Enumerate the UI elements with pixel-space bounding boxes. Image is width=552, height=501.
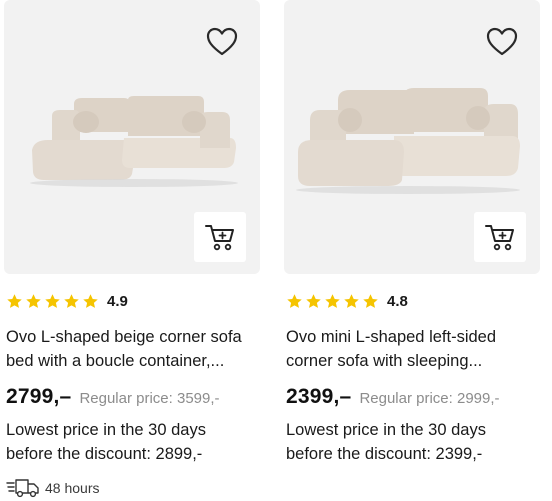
product-title-line[interactable]: Ovo L-shaped beige corner sofa (6, 325, 264, 349)
lowest-price-line: before the discount: 2899,- (6, 445, 203, 463)
current-price: 2799,– (6, 385, 72, 408)
price-row: 2799,– Regular price: 3599,- (6, 385, 220, 409)
rating-value: 4.8 (387, 293, 408, 310)
star-icon (64, 294, 79, 308)
product-title-line[interactable]: corner sofa with sleeping... (286, 349, 544, 373)
star-rating (6, 293, 99, 310)
rating-value: 4.9 (107, 293, 128, 310)
product-image-container[interactable] (284, 0, 540, 274)
star-icon (363, 294, 378, 308)
delivery-info: 48 hours (6, 478, 99, 498)
lowest-price-note: Lowest price in the 30 days before the d… (6, 418, 264, 466)
add-to-cart-icon (485, 225, 514, 251)
wishlist-button[interactable] (486, 27, 518, 57)
add-to-cart-button[interactable] (194, 212, 246, 262)
star-icon (344, 294, 359, 308)
regular-price: Regular price: 3599,- (79, 390, 220, 407)
lowest-price-line: before the discount: 2399,- (286, 445, 483, 463)
product-card[interactable]: 4.9 Ovo L-shaped beige corner sofa bed w… (4, 0, 264, 498)
wishlist-button[interactable] (206, 27, 238, 57)
star-icon (83, 294, 98, 308)
product-title-line[interactable]: Ovo mini L-shaped left-sided (286, 325, 544, 349)
star-icon (7, 294, 22, 308)
star-icon (287, 294, 302, 308)
lowest-price-note: Lowest price in the 30 days before the d… (286, 418, 544, 466)
price-row: 2399,– Regular price: 2999,- (286, 385, 500, 409)
rating: 4.9 (6, 293, 128, 310)
delivery-time: 48 hours (45, 480, 100, 496)
product-title-line[interactable]: bed with a boucle container,... (6, 349, 264, 373)
regular-price: Regular price: 2999,- (359, 390, 500, 407)
heart-outline-icon (206, 27, 238, 56)
star-icon (306, 294, 321, 308)
product-image-container[interactable] (4, 0, 260, 274)
lowest-price-line: Lowest price in the 30 days (286, 421, 486, 439)
current-price: 2399,– (286, 385, 352, 408)
product-title[interactable]: Ovo mini L-shaped left-sided corner sofa… (286, 325, 544, 373)
star-rating (286, 293, 379, 310)
product-card[interactable]: 4.8 Ovo mini L-shaped left-sided corner … (284, 0, 544, 463)
star-icon (26, 294, 41, 308)
add-to-cart-icon (205, 225, 234, 251)
product-grid: 4.9 Ovo L-shaped beige corner sofa bed w… (0, 0, 552, 501)
add-to-cart-button[interactable] (474, 212, 526, 262)
star-icon (45, 294, 60, 308)
rating: 4.8 (286, 293, 408, 310)
lowest-price-line: Lowest price in the 30 days (6, 421, 206, 439)
star-icon (325, 294, 340, 308)
truck-icon (6, 479, 39, 498)
heart-outline-icon (486, 27, 518, 56)
product-title[interactable]: Ovo L-shaped beige corner sofa bed with … (6, 325, 264, 373)
